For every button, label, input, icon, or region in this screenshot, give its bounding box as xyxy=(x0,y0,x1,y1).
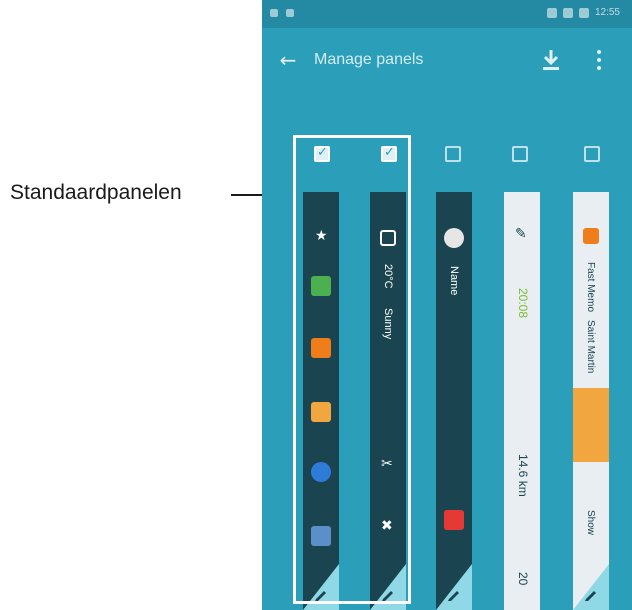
panel-health[interactable]: ✎ 20:08 14.6 km 20 xyxy=(504,192,540,610)
battery-icon xyxy=(578,7,589,18)
more-options-icon[interactable] xyxy=(592,48,606,72)
notification-icon xyxy=(270,9,278,17)
status-time: 12:55 xyxy=(594,7,620,18)
time-text: 20:08 xyxy=(516,288,530,319)
status-bar: 12:55 xyxy=(262,0,632,28)
signal-icon xyxy=(562,7,573,18)
download-icon[interactable] xyxy=(538,46,564,74)
back-arrow-icon[interactable]: ← xyxy=(276,48,300,72)
memo-text-secondary: Saint Martin xyxy=(585,320,596,374)
wifi-icon xyxy=(546,7,557,18)
app-bar: ← Manage panels xyxy=(262,28,632,92)
name-text: Name xyxy=(448,266,460,296)
value-text: 20 xyxy=(516,572,530,586)
leaf-icon: ✎ xyxy=(515,226,527,242)
default-panels-selection xyxy=(293,135,411,604)
panel-memo[interactable]: Fast Memo Saint Martin Show xyxy=(573,192,609,610)
callout-label: Standaardpanelen xyxy=(10,181,182,204)
contact-photo-icon xyxy=(444,228,464,248)
distance-text: 14.6 km xyxy=(516,454,530,497)
panel-name[interactable]: Name xyxy=(436,192,472,610)
notification-icon xyxy=(286,9,294,17)
panel-3-checkbox[interactable] xyxy=(445,146,461,162)
edit-pen-icon[interactable] xyxy=(583,586,599,602)
panel-4-checkbox[interactable] xyxy=(512,146,528,162)
edit-pen-icon[interactable] xyxy=(446,586,462,602)
memo-highlight xyxy=(573,388,609,462)
page-title: Manage panels xyxy=(314,51,424,68)
memo-text-tertiary: Show xyxy=(585,510,596,536)
panel-5-checkbox[interactable] xyxy=(584,146,600,162)
memo-icon xyxy=(583,228,599,244)
memo-text-primary: Fast Memo xyxy=(585,262,596,313)
record-icon xyxy=(444,510,464,530)
